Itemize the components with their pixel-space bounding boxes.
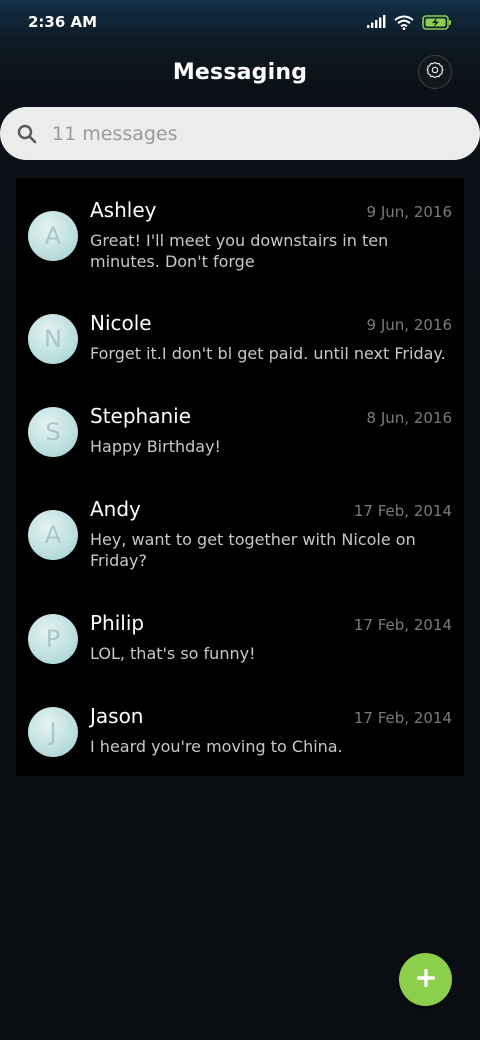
message-preview: Great! I'll meet you downstairs in ten m… <box>90 231 389 271</box>
avatar: N <box>28 314 78 364</box>
conversation-item-andy[interactable]: A Andy 17 Feb, 2014 Hey, want to get tog… <box>16 477 464 590</box>
battery-charging-icon <box>422 14 452 30</box>
avatar: A <box>28 211 78 261</box>
conversation-item-ashley[interactable]: A Ashley 9 Jun, 2016 Great! I'll meet yo… <box>16 178 464 291</box>
message-date: 17 Feb, 2014 <box>353 616 452 634</box>
conversation-item-stephanie[interactable]: S Stephanie 8 Jun, 2016 Happy Birthday! <box>16 384 464 477</box>
page-title: Messaging <box>172 59 308 85</box>
message-date: 8 Jun, 2016 <box>366 409 452 427</box>
conversation-item-nicole[interactable]: N Nicole 9 Jun, 2016 Forget it.I don't b… <box>16 291 464 384</box>
wifi-icon <box>394 15 414 30</box>
header: Messaging <box>0 50 480 94</box>
contact-name: Nicole <box>90 311 152 335</box>
message-date: 17 Feb, 2014 <box>353 502 452 520</box>
contact-name: Andy <box>90 497 141 521</box>
conversation-item-jason[interactable]: J Jason 17 Feb, 2014 I heard you're movi… <box>16 683 464 776</box>
avatar: S <box>28 407 78 457</box>
new-message-button[interactable] <box>399 953 452 1006</box>
contact-name: Philip <box>90 611 145 635</box>
contact-name: Stephanie <box>90 404 192 428</box>
message-preview: Happy Birthday! <box>90 437 221 456</box>
plus-icon <box>416 968 436 992</box>
conversation-list: A Ashley 9 Jun, 2016 Great! I'll meet yo… <box>16 178 464 776</box>
message-preview: Forget it.I don't bl get paid. until nex… <box>90 344 446 363</box>
message-date: 9 Jun, 2016 <box>366 316 452 334</box>
message-date: 9 Jun, 2016 <box>366 203 452 221</box>
avatar: J <box>28 707 78 757</box>
messaging-screen: 2:36 AM Messaging 11 messages A Ashley 9… <box>0 0 480 1040</box>
contact-name: Jason <box>90 704 144 728</box>
message-preview: LOL, that's so funny! <box>90 644 256 663</box>
conversation-item-philip[interactable]: P Philip 17 Feb, 2014 LOL, that's so fun… <box>16 590 464 683</box>
search-bar[interactable] <box>0 107 480 160</box>
message-preview: Hey, want to get together with Nicole on… <box>90 530 416 570</box>
gear-icon <box>426 61 444 83</box>
status-icons <box>366 14 452 30</box>
avatar: A <box>28 510 78 560</box>
message-preview: I heard you're moving to China. <box>90 737 343 756</box>
avatar: P <box>28 614 78 664</box>
settings-button[interactable] <box>418 55 452 89</box>
search-input[interactable] <box>52 122 432 145</box>
signal-icon <box>366 15 386 29</box>
message-date: 17 Feb, 2014 <box>353 709 452 727</box>
search-icon <box>16 123 38 145</box>
status-bar: 2:36 AM <box>0 0 480 44</box>
contact-name: Ashley <box>90 198 157 222</box>
status-time: 2:36 AM <box>28 13 98 31</box>
